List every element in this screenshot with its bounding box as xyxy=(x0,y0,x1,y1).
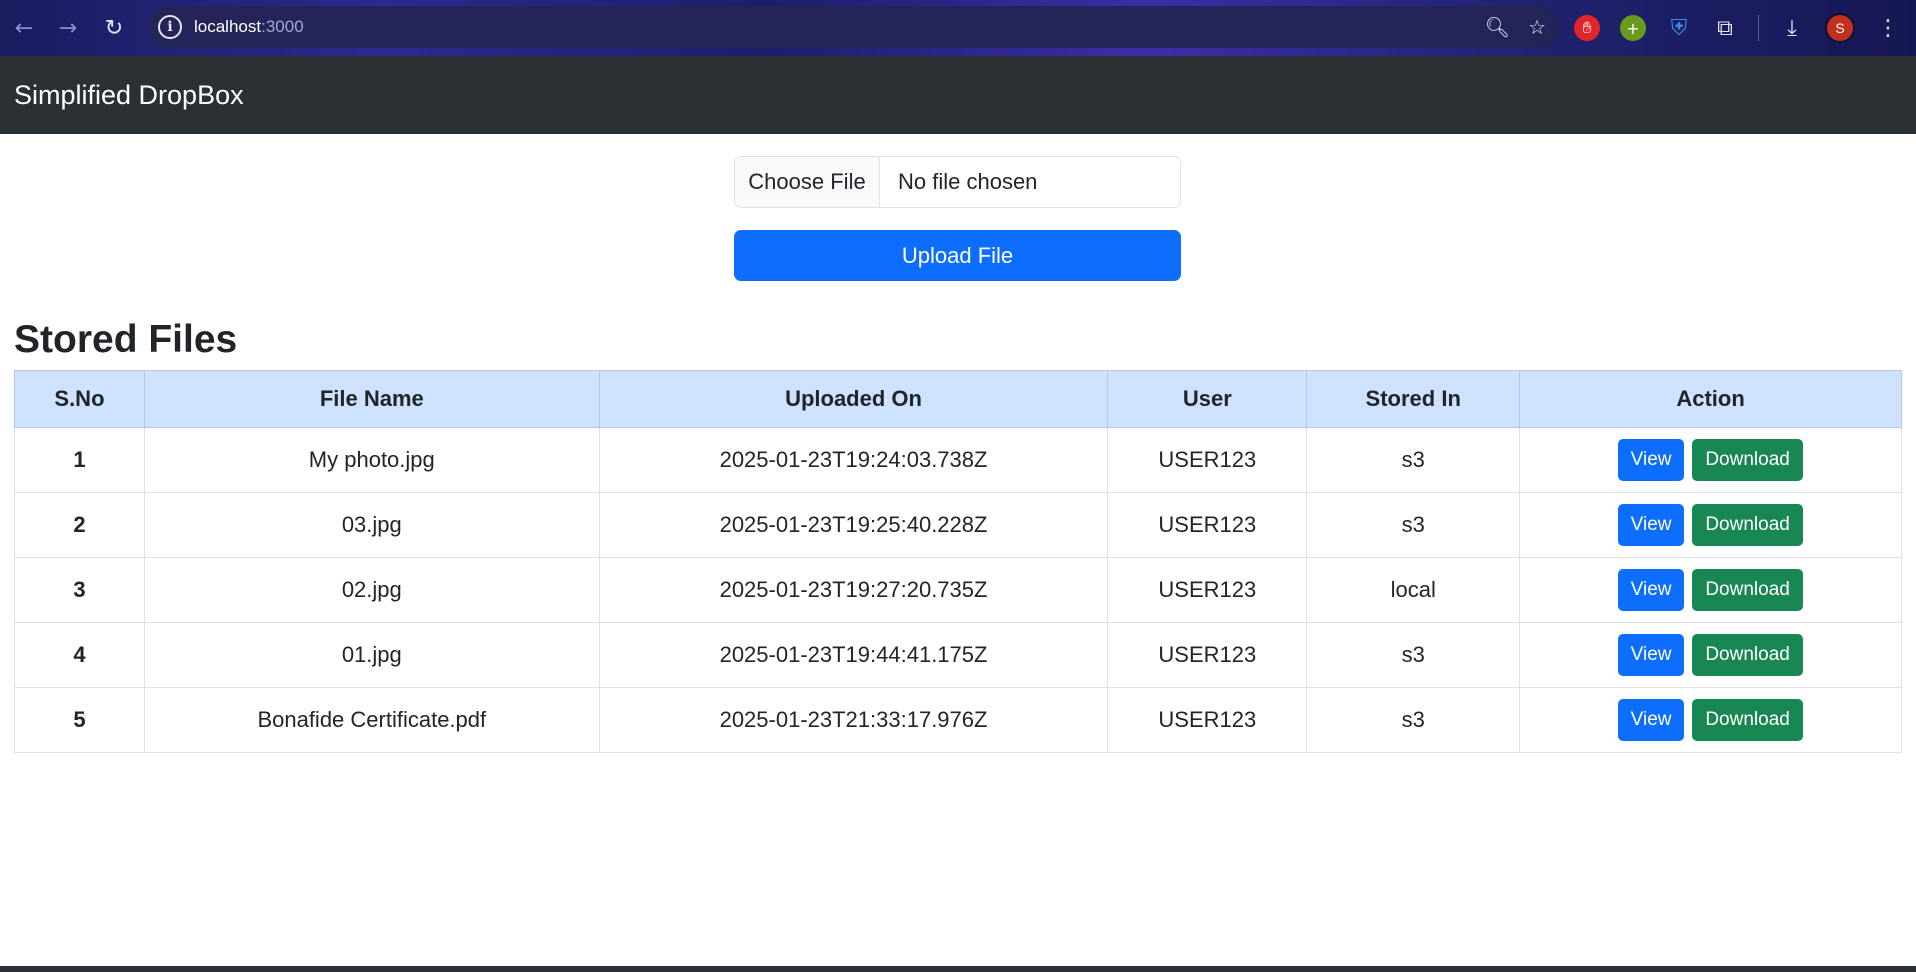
table-row: 2 03.jpg 2025-01-23T19:25:40.228Z USER12… xyxy=(14,492,1902,558)
table-row: 3 02.jpg 2025-01-23T19:27:20.735Z USER12… xyxy=(14,557,1902,623)
cell-action: View Download xyxy=(1519,557,1902,623)
reload-icon[interactable]: ↻ xyxy=(92,6,136,50)
cell-sno: 4 xyxy=(14,622,145,688)
app-navbar: Simplified DropBox xyxy=(0,56,1916,134)
cell-file-name: My photo.jpg xyxy=(143,427,600,493)
cell-user: USER123 xyxy=(1107,687,1308,753)
cell-file-name: 03.jpg xyxy=(143,492,600,558)
cell-stored-in: s3 xyxy=(1306,622,1521,688)
file-status-text: No file chosen xyxy=(898,169,1038,194)
cell-stored-in: local xyxy=(1306,557,1521,623)
column-header-stored-in: Stored In xyxy=(1306,370,1521,428)
cell-sno: 1 xyxy=(14,427,145,493)
file-input[interactable]: Choose File No file chosen xyxy=(734,156,1181,208)
view-button[interactable]: View xyxy=(1618,569,1685,611)
view-button[interactable]: View xyxy=(1618,504,1685,546)
avatar[interactable]: S xyxy=(1825,13,1855,43)
column-header-user: User xyxy=(1107,370,1308,428)
cell-file-name: 02.jpg xyxy=(143,557,600,623)
url-port: :3000 xyxy=(261,17,304,36)
cell-action: View Download xyxy=(1519,622,1902,688)
address-bar[interactable]: i localhost:3000 🔍︎ ☆ xyxy=(148,6,1560,48)
cell-sno: 5 xyxy=(14,687,145,753)
cell-stored-in: s3 xyxy=(1306,687,1521,753)
download-button[interactable]: Download xyxy=(1692,504,1804,546)
extension-shield-icon[interactable]: ⛨ xyxy=(1666,15,1692,41)
cell-uploaded-on: 2025-01-23T19:25:40.228Z xyxy=(598,492,1109,558)
brand-title[interactable]: Simplified DropBox xyxy=(14,80,244,111)
cell-stored-in: s3 xyxy=(1306,492,1521,558)
view-button[interactable]: View xyxy=(1618,439,1685,481)
url-text[interactable]: localhost:3000 xyxy=(194,17,304,37)
star-icon[interactable]: ☆ xyxy=(1528,15,1546,39)
column-header-action: Action xyxy=(1519,370,1902,428)
download-button[interactable]: Download xyxy=(1692,439,1804,481)
table-row: 1 My photo.jpg 2025-01-23T19:24:03.738Z … xyxy=(14,427,1902,493)
files-table: S.No File Name Uploaded On User Stored I… xyxy=(14,370,1902,753)
download-button[interactable]: Download xyxy=(1692,699,1804,741)
cell-action: View Download xyxy=(1519,687,1902,753)
cell-sno: 3 xyxy=(14,557,145,623)
site-info-icon[interactable]: i xyxy=(158,15,182,39)
download-button[interactable]: Download xyxy=(1692,569,1804,611)
extension-icon[interactable]: ⧉ xyxy=(1712,15,1738,41)
cell-file-name: Bonafide Certificate.pdf xyxy=(143,687,600,753)
extension-red-hand-icon[interactable]: ✋︎ xyxy=(1574,15,1600,41)
extension-green-plus-icon[interactable]: + xyxy=(1620,15,1646,41)
cell-file-name: 01.jpg xyxy=(143,622,600,688)
column-header-uploaded-on: Uploaded On xyxy=(598,370,1109,428)
table-row: 4 01.jpg 2025-01-23T19:44:41.175Z USER12… xyxy=(14,622,1902,688)
upload-file-button[interactable]: Upload File xyxy=(734,230,1181,281)
browser-toolbar: ← → ↻ i localhost:3000 🔍︎ ☆ ✋︎ + ⛨ ⧉ ⤓ S… xyxy=(0,0,1916,56)
cell-action: View Download xyxy=(1519,427,1902,493)
cell-user: USER123 xyxy=(1107,492,1308,558)
table-row: 5 Bonafide Certificate.pdf 2025-01-23T21… xyxy=(14,687,1902,753)
cell-user: USER123 xyxy=(1107,427,1308,493)
cell-user: USER123 xyxy=(1107,622,1308,688)
choose-file-button[interactable]: Choose File xyxy=(735,157,880,207)
cell-sno: 2 xyxy=(14,492,145,558)
page-title: Stored Files xyxy=(14,318,238,361)
cell-uploaded-on: 2025-01-23T19:27:20.735Z xyxy=(598,557,1109,623)
bottom-strip xyxy=(0,966,1916,972)
menu-icon[interactable]: ⋮ xyxy=(1875,15,1901,41)
cell-uploaded-on: 2025-01-23T21:33:17.976Z xyxy=(598,687,1109,753)
cell-action: View Download xyxy=(1519,492,1902,558)
download-button[interactable]: Download xyxy=(1692,634,1804,676)
cell-stored-in: s3 xyxy=(1306,427,1521,493)
cell-user: USER123 xyxy=(1107,557,1308,623)
view-button[interactable]: View xyxy=(1618,699,1685,741)
cell-uploaded-on: 2025-01-23T19:24:03.738Z xyxy=(598,427,1109,493)
url-host: localhost xyxy=(194,17,262,36)
view-button[interactable]: View xyxy=(1618,634,1685,676)
download-icon[interactable]: ⤓ xyxy=(1779,15,1805,41)
table-header-row: S.No File Name Uploaded On User Stored I… xyxy=(14,370,1902,428)
cell-uploaded-on: 2025-01-23T19:44:41.175Z xyxy=(598,622,1109,688)
column-header-file-name: File Name xyxy=(143,370,600,428)
column-header-sno: S.No xyxy=(14,370,145,428)
toolbar-separator xyxy=(1758,15,1759,41)
zoom-icon[interactable]: 🔍︎ xyxy=(1485,15,1510,39)
forward-arrow-icon[interactable]: → xyxy=(46,6,90,50)
back-arrow-icon[interactable]: ← xyxy=(2,6,46,50)
